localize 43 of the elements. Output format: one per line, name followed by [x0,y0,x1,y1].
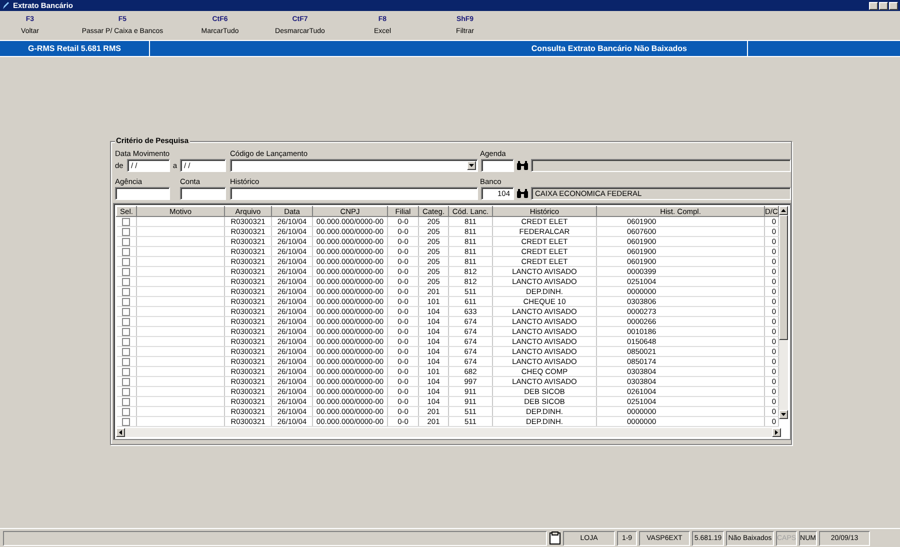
row-checkbox[interactable] [122,338,130,346]
agency-field[interactable] [115,187,170,200]
row-checkbox[interactable] [122,308,130,316]
scroll-left-icon[interactable] [116,428,125,437]
binoculars-icon[interactable] [516,187,529,200]
row-checkbox[interactable] [122,378,130,386]
maximize-button[interactable] [879,2,888,10]
row-checkbox[interactable] [122,408,130,416]
row-checkbox[interactable] [122,398,130,406]
row-checkbox[interactable] [122,388,130,396]
binoculars-icon[interactable] [516,159,529,172]
row-checkbox[interactable] [122,348,130,356]
row-checkbox[interactable] [122,318,130,326]
row-checkbox[interactable] [122,258,130,266]
row-checkbox[interactable] [122,248,130,256]
history-field[interactable] [230,187,478,200]
row-checkbox[interactable] [122,418,130,426]
pen-icon [2,1,10,10]
dropdown-arrow-icon [467,161,476,170]
scroll-right-icon[interactable] [772,428,781,437]
row-checkbox[interactable] [122,238,130,246]
row-checkbox[interactable] [122,228,130,236]
row-checkbox[interactable] [122,328,130,336]
app-version: G-RMS Retail 5.681 RMS [0,41,150,56]
row-checkbox[interactable] [122,218,130,226]
row-checkbox[interactable] [122,358,130,366]
scroll-down-icon[interactable] [779,410,788,419]
vertical-scrollbar[interactable] [779,206,788,419]
close-button[interactable] [889,2,898,10]
row-checkbox[interactable] [122,268,130,276]
row-checkbox[interactable] [122,278,130,286]
scroll-thumb[interactable] [779,215,788,340]
clipboard-icon [549,531,561,545]
agenda-field[interactable] [481,159,514,172]
account-field[interactable] [180,187,226,200]
screen-title: Consulta Extrato Bancário Não Baixados [150,41,748,56]
row-checkbox[interactable] [122,288,130,296]
horizontal-scrollbar[interactable] [116,428,781,437]
row-checkbox[interactable] [122,368,130,376]
scroll-up-icon[interactable] [779,206,788,215]
minimize-button[interactable] [869,2,878,10]
row-checkbox[interactable] [122,298,130,306]
code-dropdown[interactable] [230,159,478,172]
